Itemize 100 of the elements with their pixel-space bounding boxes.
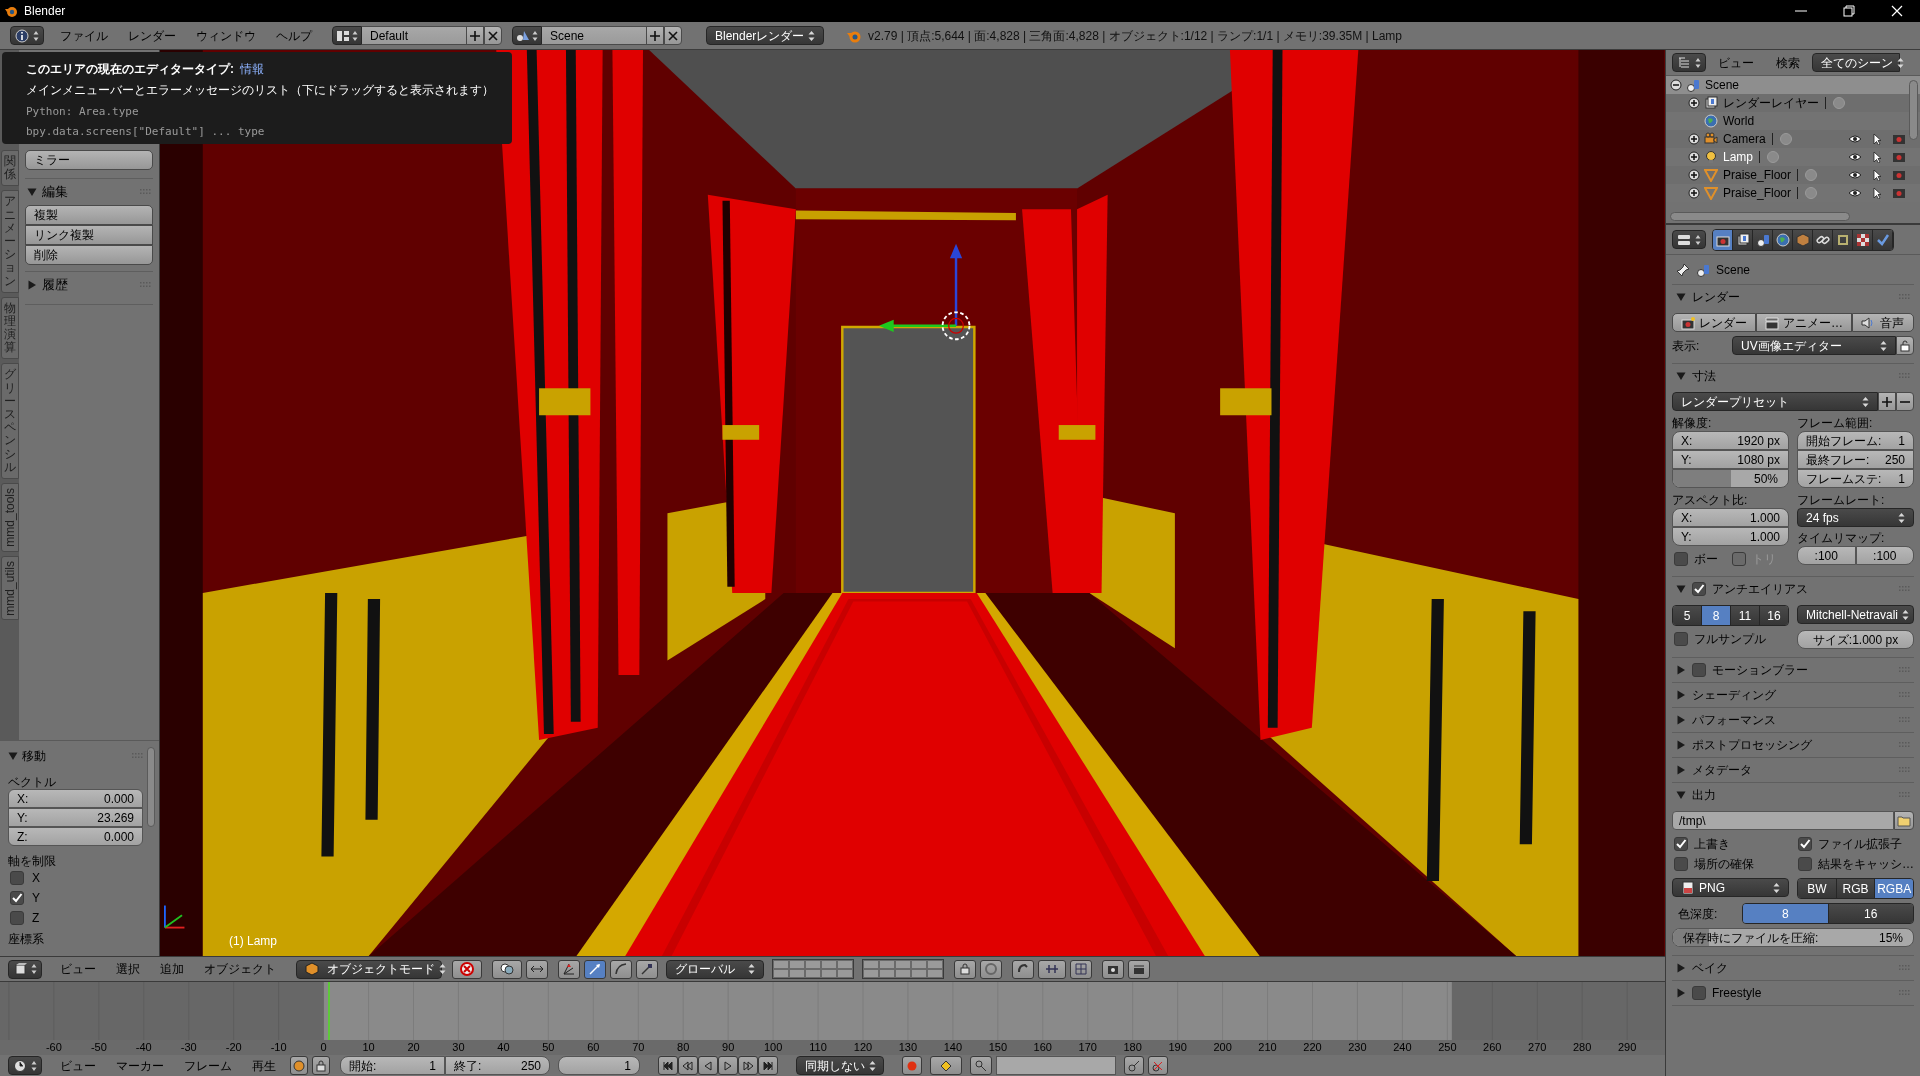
eye-icon[interactable]	[1848, 169, 1862, 181]
manipulator-button[interactable]	[526, 959, 548, 979]
lock-button[interactable]	[312, 1056, 330, 1075]
render-button[interactable]	[1102, 959, 1124, 979]
frame-range-field[interactable]: 開始フレーム: 1	[1797, 431, 1914, 450]
segment-button[interactable]: 16	[1760, 606, 1788, 625]
clapper-button[interactable]	[1128, 959, 1150, 979]
time-remap-field[interactable]: :100	[1855, 546, 1914, 565]
scrollbar[interactable]	[1670, 212, 1850, 221]
layer-cell[interactable]	[911, 960, 927, 969]
expand-icon[interactable]	[1688, 169, 1700, 181]
editor-type-button[interactable]	[1672, 230, 1706, 249]
tool-tab[interactable]: グリースペンシル	[0, 363, 19, 479]
disclosure-triangle-icon[interactable]	[1676, 371, 1686, 381]
panel-title[interactable]: シェーディング	[1692, 686, 1776, 704]
cursor-icon[interactable]	[1870, 169, 1884, 181]
eye-icon[interactable]	[1848, 133, 1862, 145]
disclosure-triangle-icon[interactable]	[27, 280, 37, 290]
checkbox[interactable]	[1692, 582, 1706, 596]
editor-type-button[interactable]	[8, 1056, 42, 1075]
delete-keyframe-button[interactable]	[1148, 1056, 1168, 1075]
cursor-icon[interactable]	[1870, 187, 1884, 199]
menu-item[interactable]: ウィンドウ	[186, 26, 266, 45]
scale-button[interactable]	[636, 959, 658, 979]
layer-cell[interactable]	[837, 969, 853, 978]
grid-button[interactable]	[1070, 959, 1092, 979]
disclosure-triangle-icon[interactable]	[1676, 963, 1686, 973]
record-button[interactable]	[902, 1056, 922, 1075]
context-tab[interactable]	[1713, 229, 1733, 250]
outliner-row[interactable]: Scene	[1666, 76, 1920, 94]
render-button[interactable]: レンダー	[1672, 313, 1756, 332]
disclosure-triangle-icon[interactable]	[1676, 584, 1686, 594]
segment-button[interactable]: RGB	[1836, 879, 1876, 898]
menu-item[interactable]: オブジェクト	[194, 960, 286, 978]
scrollbar[interactable]	[147, 747, 155, 827]
layer-cell[interactable]	[805, 960, 821, 969]
panel-title[interactable]: ベイク	[1692, 959, 1728, 977]
outliner-row[interactable]: Camera	[1666, 130, 1920, 148]
disclosure-triangle-icon[interactable]	[1676, 988, 1686, 998]
editor-type-button[interactable]	[1672, 53, 1706, 72]
outliner-item-label[interactable]: レンダーレイヤー	[1723, 94, 1819, 112]
context-tab[interactable]	[1853, 229, 1873, 250]
pivot-button[interactable]	[492, 959, 522, 979]
add-button[interactable]	[466, 26, 484, 45]
name-field[interactable]: Default	[362, 26, 466, 45]
panel-title[interactable]: モーションブラー	[1712, 661, 1808, 679]
aspect-field[interactable]: Y: 1.000	[1672, 527, 1789, 546]
tool-button[interactable]: 削除	[25, 245, 153, 265]
context-tab[interactable]	[1813, 229, 1833, 250]
remove-button[interactable]	[1896, 392, 1914, 411]
layer-cell[interactable]	[879, 969, 895, 978]
jump-end-button[interactable]	[758, 1056, 778, 1075]
start-frame-field[interactable]: 開始: 1	[340, 1056, 445, 1075]
menu-item[interactable]: レンダー	[118, 26, 186, 45]
layer-cell[interactable]	[895, 969, 911, 978]
menu-item[interactable]: 検索	[1766, 53, 1810, 72]
move-gizmo-icon[interactable]	[879, 243, 971, 341]
layer-cell[interactable]	[863, 969, 879, 978]
segment-button[interactable]: 8	[1702, 606, 1731, 625]
menu-item[interactable]: ビュー	[50, 960, 106, 978]
time-remap-field[interactable]: :100	[1797, 546, 1856, 565]
disclosure-triangle-icon[interactable]	[1676, 690, 1686, 700]
expand-icon[interactable]	[1688, 187, 1700, 199]
camera-icon[interactable]	[1892, 169, 1906, 181]
file-format-dropdown[interactable]: PNG	[1672, 878, 1789, 897]
percentage-slider[interactable]: 50%	[1672, 469, 1789, 488]
tool-tab[interactable]: mmd_utils	[0, 555, 19, 621]
tool-tab[interactable]: 物理演算	[0, 296, 19, 360]
resolution-field[interactable]: X: 1920 px	[1672, 431, 1789, 450]
outliner-item-label[interactable]: Praise_Floor	[1723, 166, 1792, 184]
tool-button[interactable]: リンク複製	[25, 225, 153, 245]
add-button[interactable]	[646, 26, 664, 45]
disclosure-triangle-icon[interactable]	[1676, 765, 1686, 775]
keying-set-field[interactable]	[996, 1056, 1116, 1075]
filter-dropdown[interactable]: Mitchell-Netravali	[1797, 605, 1914, 624]
checkbox[interactable]	[1798, 857, 1812, 871]
panel-title[interactable]: 寸法	[1692, 367, 1716, 385]
lock-button[interactable]	[1896, 336, 1914, 355]
insert-keyframe-button[interactable]	[1124, 1056, 1144, 1075]
disclosure-triangle-icon[interactable]	[1676, 740, 1686, 750]
clock-button[interactable]	[290, 1056, 308, 1075]
resolution-field[interactable]: Y: 1080 px	[1672, 450, 1789, 469]
previous-key-button[interactable]	[678, 1056, 698, 1075]
disclosure-triangle-icon[interactable]	[1676, 292, 1686, 302]
lock-button[interactable]	[954, 959, 976, 979]
restore-icon[interactable]	[1840, 5, 1858, 17]
orientation-dropdown[interactable]: グローバル	[666, 959, 764, 979]
translate-button[interactable]	[584, 959, 606, 979]
layer-cell[interactable]	[821, 960, 837, 969]
context-tab[interactable]	[1733, 229, 1753, 250]
keyframe-type-button[interactable]	[930, 1056, 962, 1075]
panel-title[interactable]: ポストプロセッシング	[1692, 736, 1812, 754]
scene-button[interactable]	[512, 26, 542, 45]
checkbox[interactable]	[1692, 986, 1706, 1000]
tool-tab[interactable]: 関係	[0, 150, 19, 187]
layer-cell[interactable]	[773, 960, 789, 969]
vector-field[interactable]: Z: 0.000	[8, 827, 143, 846]
eye-icon[interactable]	[1848, 151, 1862, 163]
segment-button[interactable]: BW	[1798, 879, 1837, 898]
sync-dropdown[interactable]: 同期しない	[796, 1056, 884, 1075]
